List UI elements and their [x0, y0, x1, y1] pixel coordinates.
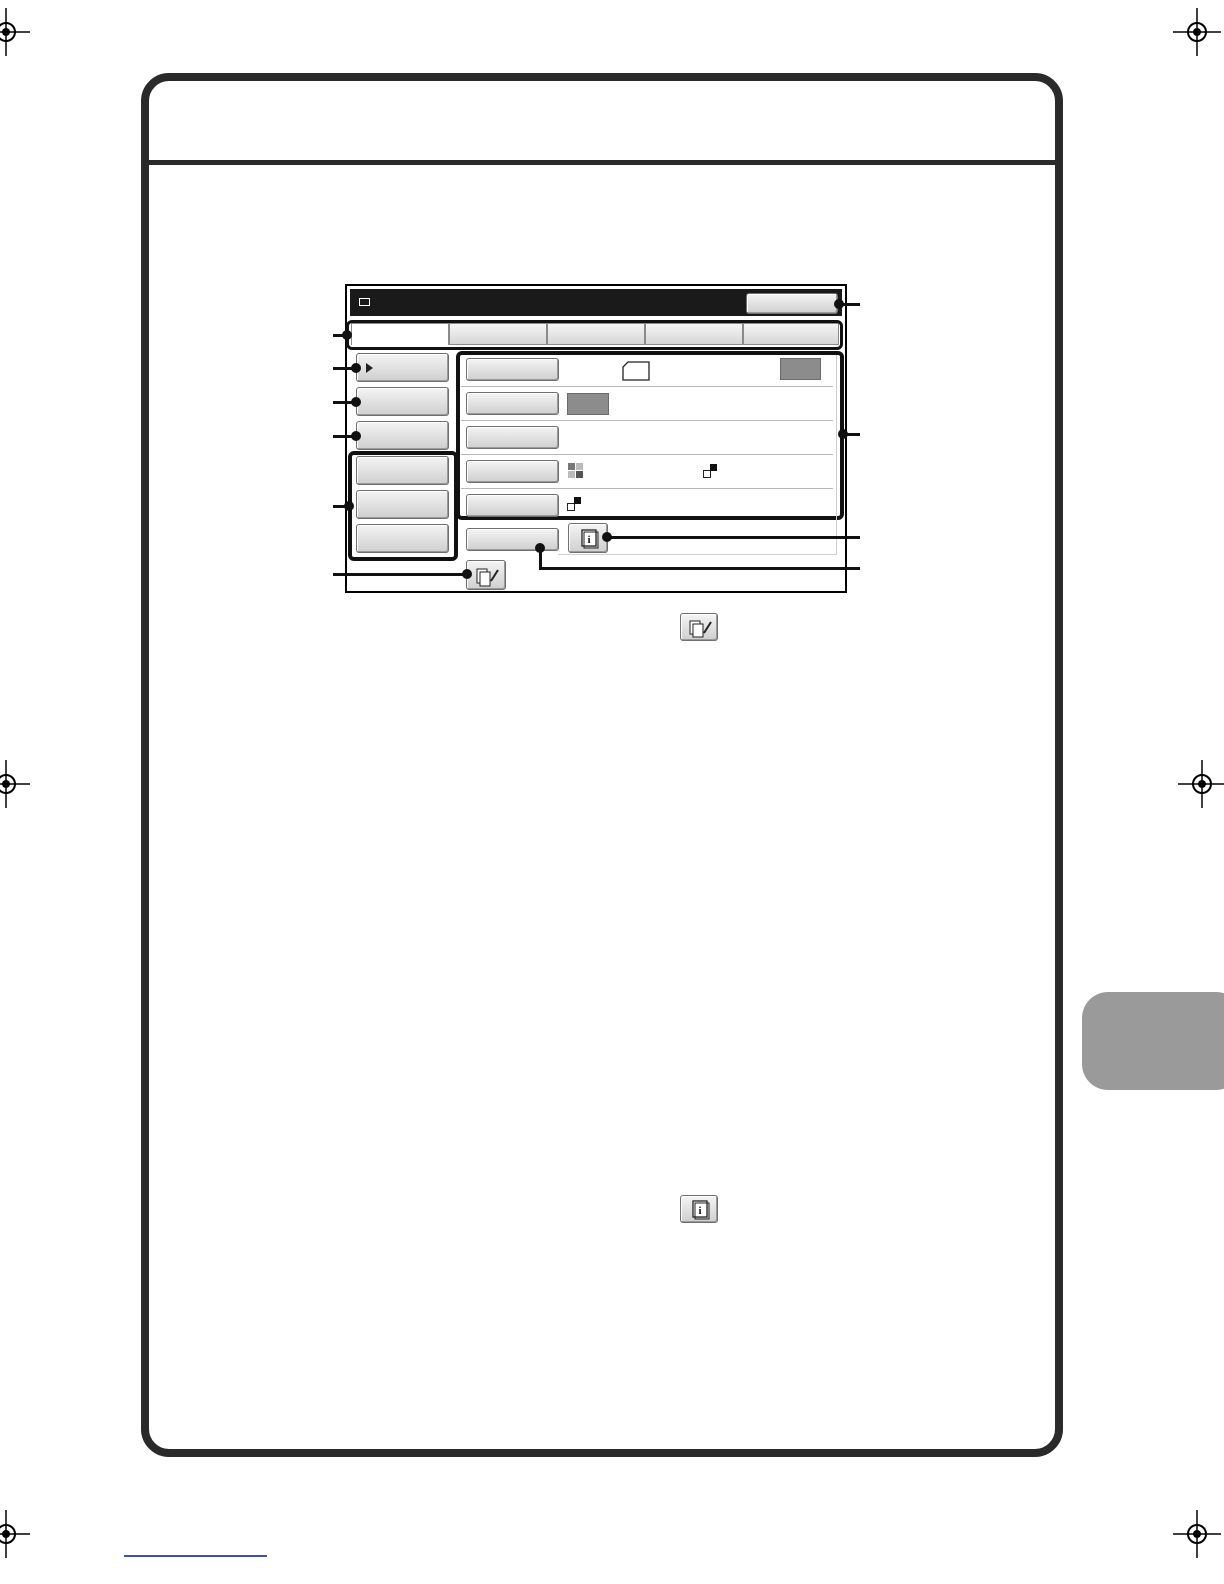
svg-text:i: i: [587, 534, 590, 546]
address-edit-icon-reference: [680, 613, 718, 641]
panel-right-edge: [836, 355, 837, 555]
row-separator: [461, 488, 833, 489]
page-title: [170, 96, 1030, 136]
callout-dot: [342, 330, 352, 340]
settings-row-button-5[interactable]: [466, 494, 559, 517]
mono-mode-icon: [567, 497, 581, 511]
row-separator: [461, 420, 833, 421]
panel-bottom-edge: [558, 554, 837, 555]
extra-button[interactable]: [466, 528, 559, 551]
callout-line: [539, 567, 860, 570]
selected-arrow-icon: [366, 363, 373, 373]
settings-row-button-3[interactable]: [466, 426, 559, 449]
row-separator: [461, 386, 833, 387]
settings-row-button-2[interactable]: [466, 392, 559, 415]
settings-row-button-1[interactable]: [466, 358, 559, 381]
registration-mark-icon: [0, 1510, 30, 1558]
callout-dot: [602, 532, 612, 542]
callout-dot: [351, 363, 361, 373]
paper-icon: [622, 361, 650, 381]
callout-dot: [462, 569, 472, 579]
value-indicator: [780, 358, 821, 380]
callout-dot: [838, 429, 848, 439]
callout-line: [606, 536, 860, 539]
settings-row-button-4[interactable]: [466, 460, 559, 483]
row-separator: [461, 454, 833, 455]
section-thumb-tab: [1082, 992, 1224, 1090]
color-mode-icon: [568, 463, 583, 478]
registration-mark-icon: [1173, 8, 1221, 56]
address-edit-button[interactable]: [466, 560, 506, 590]
mono-mode-icon: [703, 464, 717, 478]
header-rule: [145, 160, 1063, 165]
registration-mark-icon: [1173, 1510, 1221, 1558]
left-menu-button-2[interactable]: [356, 387, 449, 416]
callout-line: [333, 573, 467, 576]
callout-dot: [344, 501, 354, 511]
left-menu-button-3[interactable]: [356, 421, 449, 450]
info-icon: i: [692, 1200, 710, 1220]
callout-dot: [834, 299, 844, 309]
left-menu-button-1[interactable]: [356, 353, 449, 382]
tabs-highlight: [346, 320, 843, 350]
callout-dot: [351, 397, 361, 407]
footer-link-underline: [124, 1555, 267, 1557]
left-menu-group-highlight: [348, 451, 458, 561]
address-edit-icon: [476, 568, 499, 587]
callout-dot: [351, 431, 361, 441]
address-edit-icon: [689, 620, 712, 638]
registration-mark-icon: [1178, 760, 1224, 808]
info-icon-reference: i: [680, 1195, 718, 1223]
mail-icon: [359, 298, 370, 306]
top-right-button[interactable]: [746, 293, 838, 314]
svg-text:i: i: [698, 1205, 701, 1217]
page-frame: [141, 73, 1063, 1457]
value-indicator: [567, 393, 609, 415]
callout-dot: [535, 543, 545, 553]
registration-mark-icon: [0, 760, 30, 808]
registration-mark-icon: [0, 8, 30, 56]
